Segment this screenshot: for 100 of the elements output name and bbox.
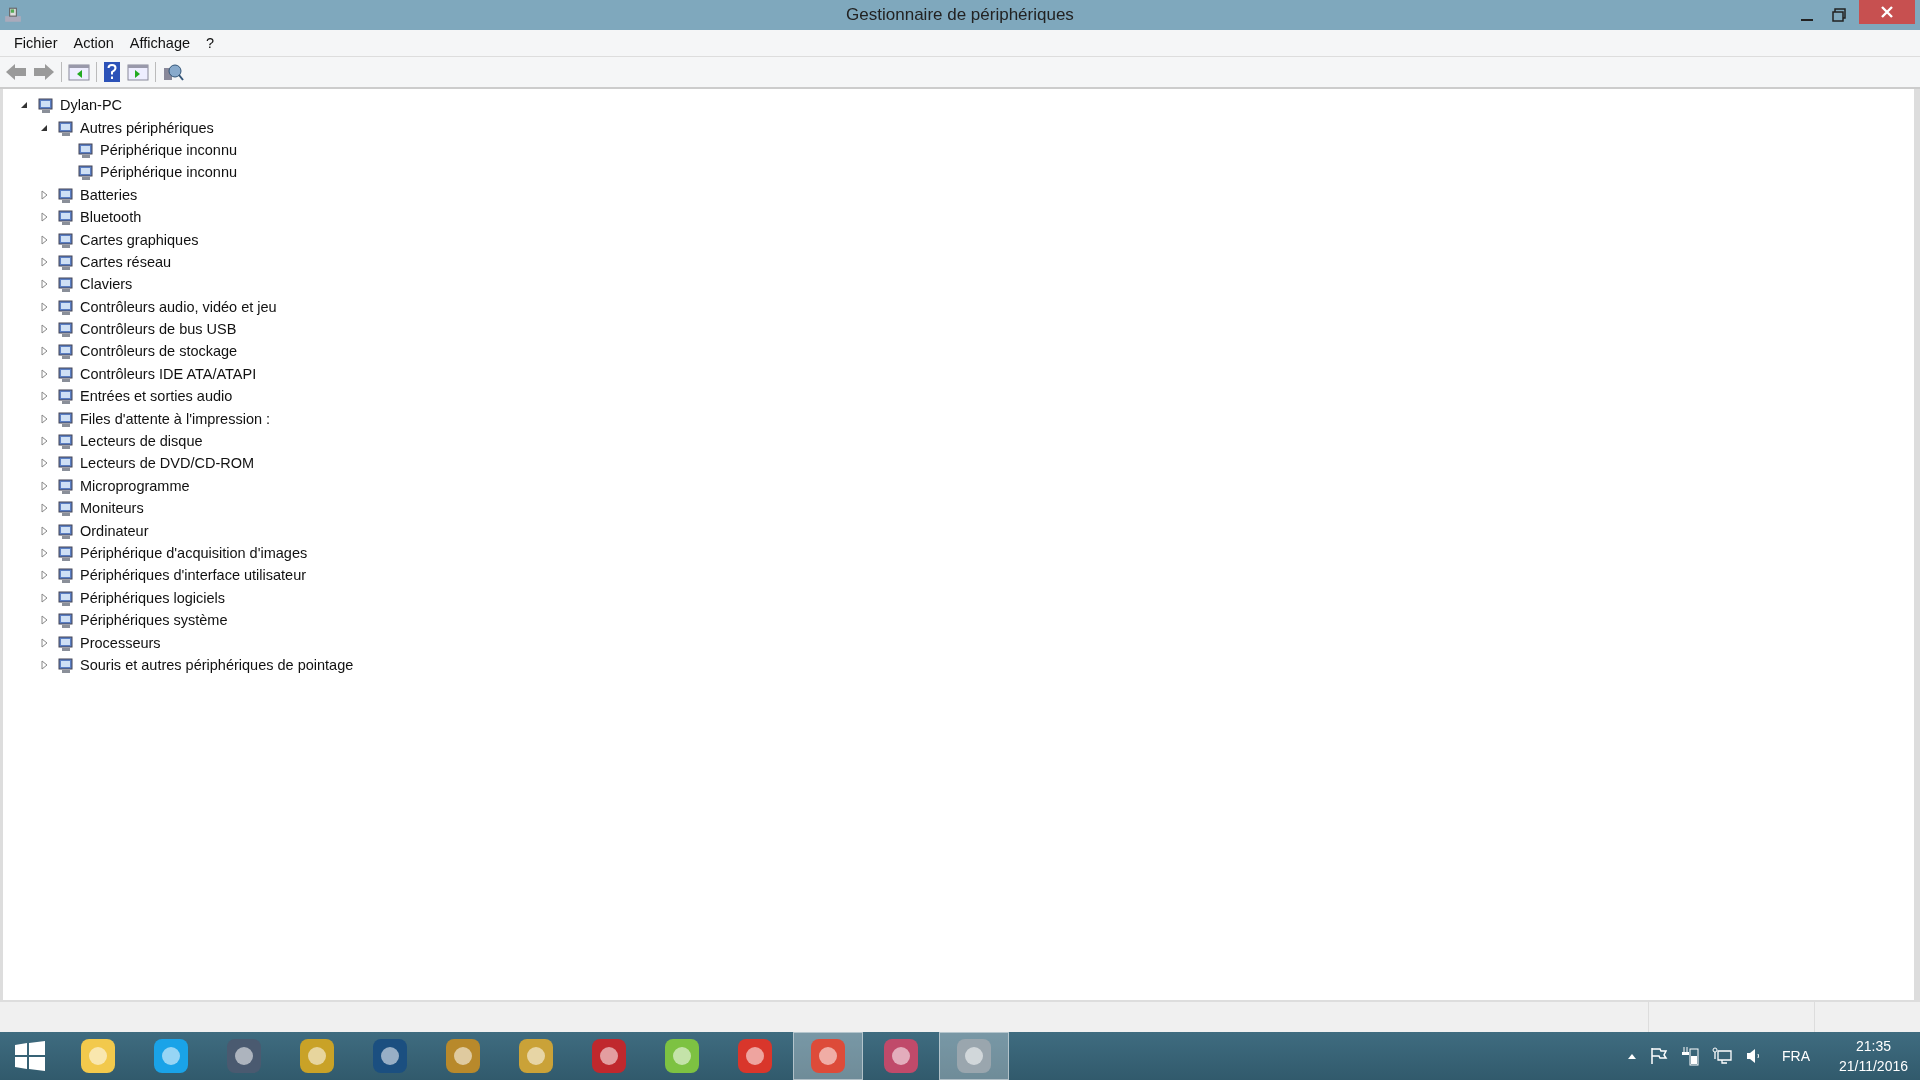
device-icon [57,252,75,271]
device-icon [57,611,75,630]
collapse-arrow-icon[interactable] [20,101,28,110]
tree-item[interactable]: Contrôleurs de bus USB [80,321,237,338]
expand-arrow-icon[interactable] [40,212,48,223]
help-icon[interactable] [103,61,121,83]
menu-item[interactable]: Fichier [6,33,66,53]
expand-arrow-icon[interactable] [40,548,48,558]
menu-item[interactable]: Action [65,33,122,53]
expand-arrow-icon[interactable] [40,480,48,491]
device-icon [77,140,95,159]
device-icon [57,275,75,294]
app-icon [224,1036,264,1076]
app-icon [589,1036,629,1076]
close-button[interactable] [1859,0,1915,24]
tree-item[interactable]: Contrôleurs audio, vidéo et jeu [80,298,277,315]
tree-item[interactable]: Contrôleurs IDE ATA/ATAPI [80,365,257,382]
device-icon [57,118,75,137]
device-icon [57,409,75,428]
expand-arrow-icon[interactable] [40,525,48,536]
tree-item[interactable]: Périphérique d'acquisition d'images [80,545,308,561]
app-icon [443,1036,483,1076]
device-icon [57,185,75,204]
tree-item[interactable]: Cartes réseau [80,253,172,270]
flag-icon[interactable] [1649,1047,1668,1065]
expand-arrow-icon[interactable] [40,413,48,424]
expand-arrow-icon[interactable] [40,189,48,200]
window-title: Gestionnaire de périphériques [846,5,1074,25]
app-icon [954,1036,994,1076]
show-hidden-icons-icon[interactable] [1626,1052,1637,1060]
device-icon [57,230,75,249]
tree-item[interactable]: Lecteurs de DVD/CD-ROM [80,455,255,472]
expand-arrow-icon[interactable] [40,391,48,402]
expand-arrow-icon[interactable] [40,637,48,648]
console-tree-icon[interactable] [68,63,90,81]
device-icon [37,96,55,115]
device-icon [57,499,75,518]
forward-arrow-icon[interactable] [33,63,55,81]
tree-item[interactable]: Microprogramme [80,477,190,494]
scan-hardware-icon[interactable] [162,62,184,82]
expand-arrow-icon[interactable] [40,324,48,335]
expand-arrow-icon[interactable] [40,659,48,670]
tree-item[interactable]: Périphériques système [80,612,228,629]
tree-item[interactable]: Périphériques logiciels [80,589,226,606]
expand-arrow-icon[interactable] [40,615,48,626]
tree-item[interactable]: Cartes graphiques [80,231,199,248]
device-icon [57,320,75,339]
language-indicator[interactable]: FRA [1781,1048,1810,1064]
tree-item[interactable]: Contrôleurs de stockage [80,343,238,360]
expand-arrow-icon[interactable] [40,436,48,447]
expand-arrow-icon[interactable] [40,301,48,312]
back-arrow-icon[interactable] [5,63,27,81]
battery-icon[interactable] [1680,1046,1699,1066]
device-icon [57,454,75,473]
tree-item[interactable]: Périphérique inconnu [100,164,238,181]
tree-item[interactable]: Périphérique inconnu [100,141,238,158]
expand-arrow-icon[interactable] [40,592,48,603]
device-icon [57,566,75,585]
tree-item[interactable]: Périphériques d'interface utilisateur [80,567,307,584]
expand-arrow-icon[interactable] [40,458,48,469]
close-icon [1881,6,1893,18]
tree-item[interactable]: Processeurs [80,634,161,651]
clock[interactable]: 21:35 21/11/2016 [1838,1036,1908,1076]
device-icon [57,633,75,652]
tree-item[interactable]: Files d'attente à l'impression : [80,410,271,427]
app-icon [808,1036,848,1076]
tree-item[interactable]: Moniteurs [80,500,144,517]
tree-item[interactable]: Dylan-PC [60,97,123,114]
device-icon [57,521,75,540]
tree-item[interactable]: Autres périphériques [80,119,214,136]
app-icon [297,1036,337,1076]
device-icon [57,364,75,383]
device-icon [57,476,75,495]
minimize-icon [1801,19,1813,21]
expand-arrow-icon[interactable] [40,570,48,581]
app-icon [370,1036,410,1076]
menu-item[interactable]: Affichage [121,33,199,53]
restore-icon [1832,8,1846,22]
expand-arrow-icon[interactable] [40,503,48,514]
network-icon[interactable] [1711,1047,1732,1065]
collapse-arrow-icon[interactable] [40,123,48,132]
tree-item[interactable]: Lecteurs de disque [80,433,203,450]
tree-item[interactable]: Souris et autres périphériques de pointage [80,656,354,673]
tree-item[interactable]: Bluetooth [80,209,142,226]
tree-item[interactable]: Ordinateur [80,522,149,539]
tree-item[interactable]: Batteries [80,186,138,203]
computer-icon [4,6,22,24]
app-icon [735,1036,775,1076]
menu-item[interactable]: ? [198,33,223,53]
tree-item[interactable]: Claviers [80,276,133,293]
expand-arrow-icon[interactable] [40,346,48,357]
expand-arrow-icon[interactable] [40,279,48,290]
tree-item[interactable]: Entrées et sorties audio [80,388,233,405]
expand-arrow-icon[interactable] [40,234,48,245]
device-icon [57,342,75,361]
device-icon [57,432,75,451]
expand-arrow-icon[interactable] [40,368,48,379]
expand-arrow-icon[interactable] [40,256,48,267]
app-icon [151,1036,191,1076]
action-pane-icon[interactable] [127,63,149,81]
